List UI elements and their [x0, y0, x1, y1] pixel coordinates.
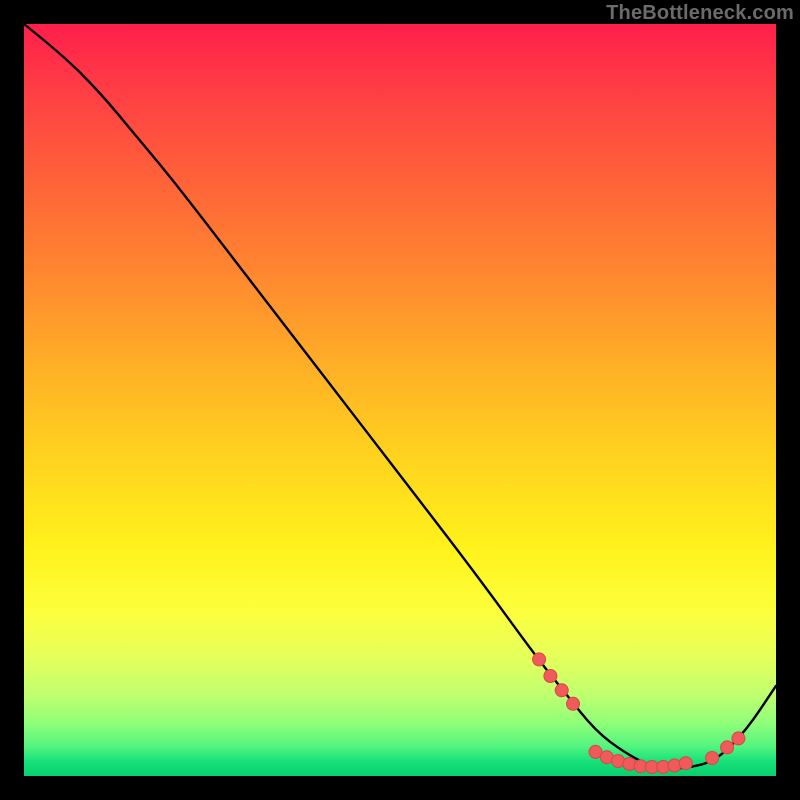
curve-marker — [732, 732, 745, 745]
watermark-text: TheBottleneck.com — [606, 2, 794, 25]
curve-marker — [555, 684, 568, 697]
curve-marker — [567, 697, 580, 710]
curve-marker — [721, 741, 734, 754]
curve-marker — [533, 653, 546, 666]
curve-marker — [623, 758, 636, 771]
curve-marker — [679, 757, 692, 770]
plot-area — [24, 24, 776, 776]
bottleneck-curve — [24, 24, 776, 769]
chart-stage: TheBottleneck.com — [0, 0, 800, 800]
curve-marker — [706, 752, 719, 765]
curve-marker — [668, 759, 681, 772]
curve-markers — [533, 653, 745, 774]
curve-marker — [544, 670, 557, 683]
curve-layer — [24, 24, 776, 776]
